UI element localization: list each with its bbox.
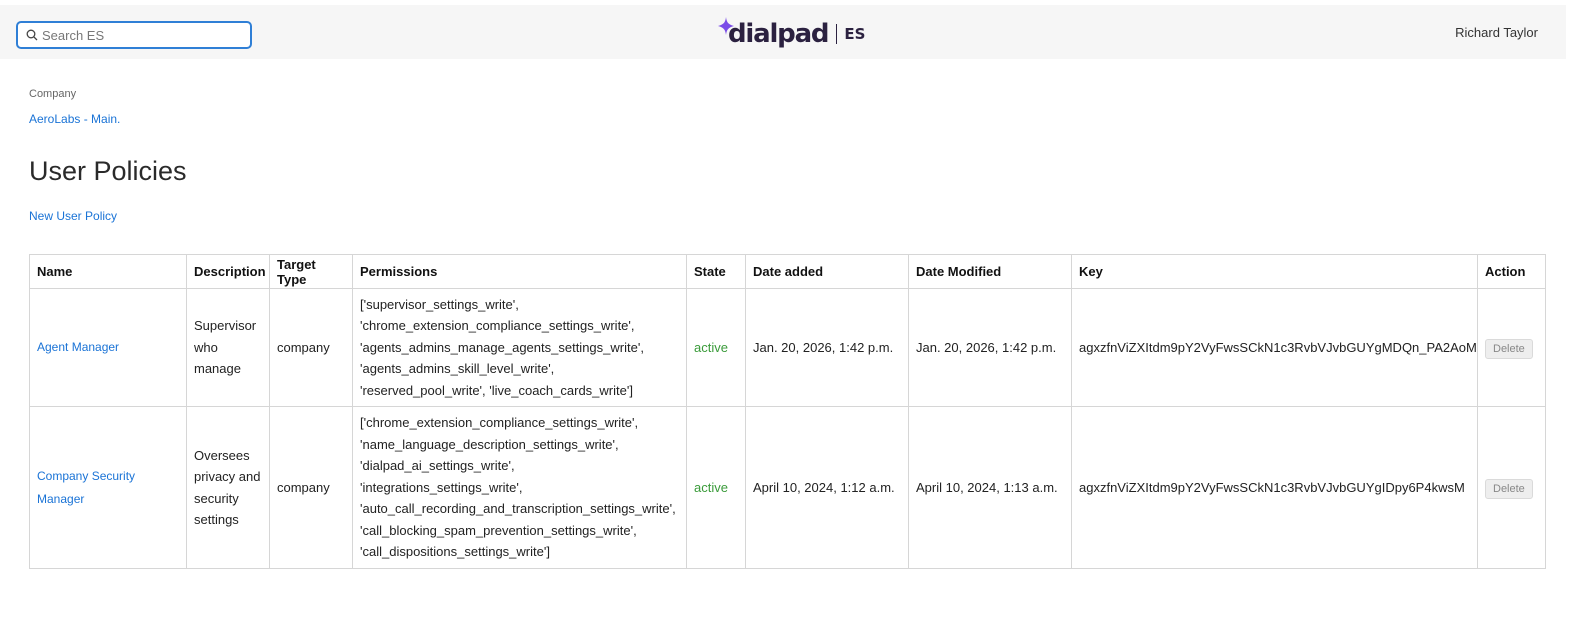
page-title: User Policies — [29, 156, 187, 186]
column-header-date-added: Date added — [745, 254, 909, 289]
column-header-state: State — [686, 254, 746, 289]
column-header-target-type: Target Type — [269, 254, 353, 289]
breadcrumb-company-link[interactable]: AeroLabs - Main. — [29, 112, 120, 126]
policy-target-type: company — [269, 406, 353, 569]
column-header-action: Action — [1477, 254, 1546, 289]
policy-permissions: ['supervisor_settings_write', 'chrome_ex… — [352, 288, 687, 407]
policy-target-type: company — [269, 288, 353, 407]
policy-permissions: ['chrome_extension_compliance_settings_w… — [352, 406, 687, 569]
column-header-key: Key — [1071, 254, 1478, 289]
top-bar: dialpad ES Richard Taylor — [0, 5, 1566, 59]
sparkle-icon — [718, 17, 734, 35]
column-header-name: Name — [29, 254, 187, 289]
breadcrumb-label: Company — [29, 88, 77, 100]
policies-table: Name Description Target Type Permissions… — [29, 254, 1546, 569]
logo-wordmark: dialpad — [728, 19, 830, 49]
policy-description: Supervisor who manage — [186, 288, 270, 407]
search-box[interactable] — [16, 21, 252, 49]
policy-name-cell: Company Security Manager — [29, 406, 187, 569]
user-name[interactable]: Richard Taylor — [1455, 25, 1538, 40]
policy-key: agxzfnViZXItdm9pY2VyFwsSCkN1c3RvbVJvbGUY… — [1071, 406, 1478, 569]
policy-date-added: April 10, 2024, 1:12 a.m. — [745, 406, 909, 569]
policy-action-cell: Delete — [1477, 288, 1546, 407]
policy-state: active — [686, 288, 746, 407]
dialpad-logo[interactable]: dialpad ES — [718, 17, 865, 51]
column-header-permissions: Permissions — [352, 254, 687, 289]
policy-name-link[interactable]: Company Security Manager — [37, 469, 135, 506]
delete-button[interactable]: Delete — [1485, 338, 1533, 359]
search-input[interactable] — [42, 25, 242, 45]
table-row: Agent Manager Supervisor who manage comp… — [29, 288, 1546, 407]
delete-button[interactable]: Delete — [1485, 478, 1533, 499]
policy-state: active — [686, 406, 746, 569]
policy-description: Oversees privacy and security settings — [186, 406, 270, 569]
logo-divider — [836, 24, 838, 44]
logo-suffix: ES — [844, 25, 866, 43]
table-header-row: Name Description Target Type Permissions… — [29, 254, 1546, 289]
search-icon — [26, 29, 38, 41]
policy-key: agxzfnViZXItdm9pY2VyFwsSCkN1c3RvbVJvbGUY… — [1071, 288, 1478, 407]
column-header-date-modified: Date Modified — [908, 254, 1072, 289]
table-row: Company Security Manager Oversees privac… — [29, 406, 1546, 569]
policy-action-cell: Delete — [1477, 406, 1546, 569]
policy-name-cell: Agent Manager — [29, 288, 187, 407]
new-user-policy-link[interactable]: New User Policy — [29, 209, 117, 223]
policy-name-link[interactable]: Agent Manager — [37, 340, 119, 354]
policy-date-added: Jan. 20, 2026, 1:42 p.m. — [745, 288, 909, 407]
policy-date-modified: April 10, 2024, 1:13 a.m. — [908, 406, 1072, 569]
policy-date-modified: Jan. 20, 2026, 1:42 p.m. — [908, 288, 1072, 407]
column-header-description: Description — [186, 254, 270, 289]
